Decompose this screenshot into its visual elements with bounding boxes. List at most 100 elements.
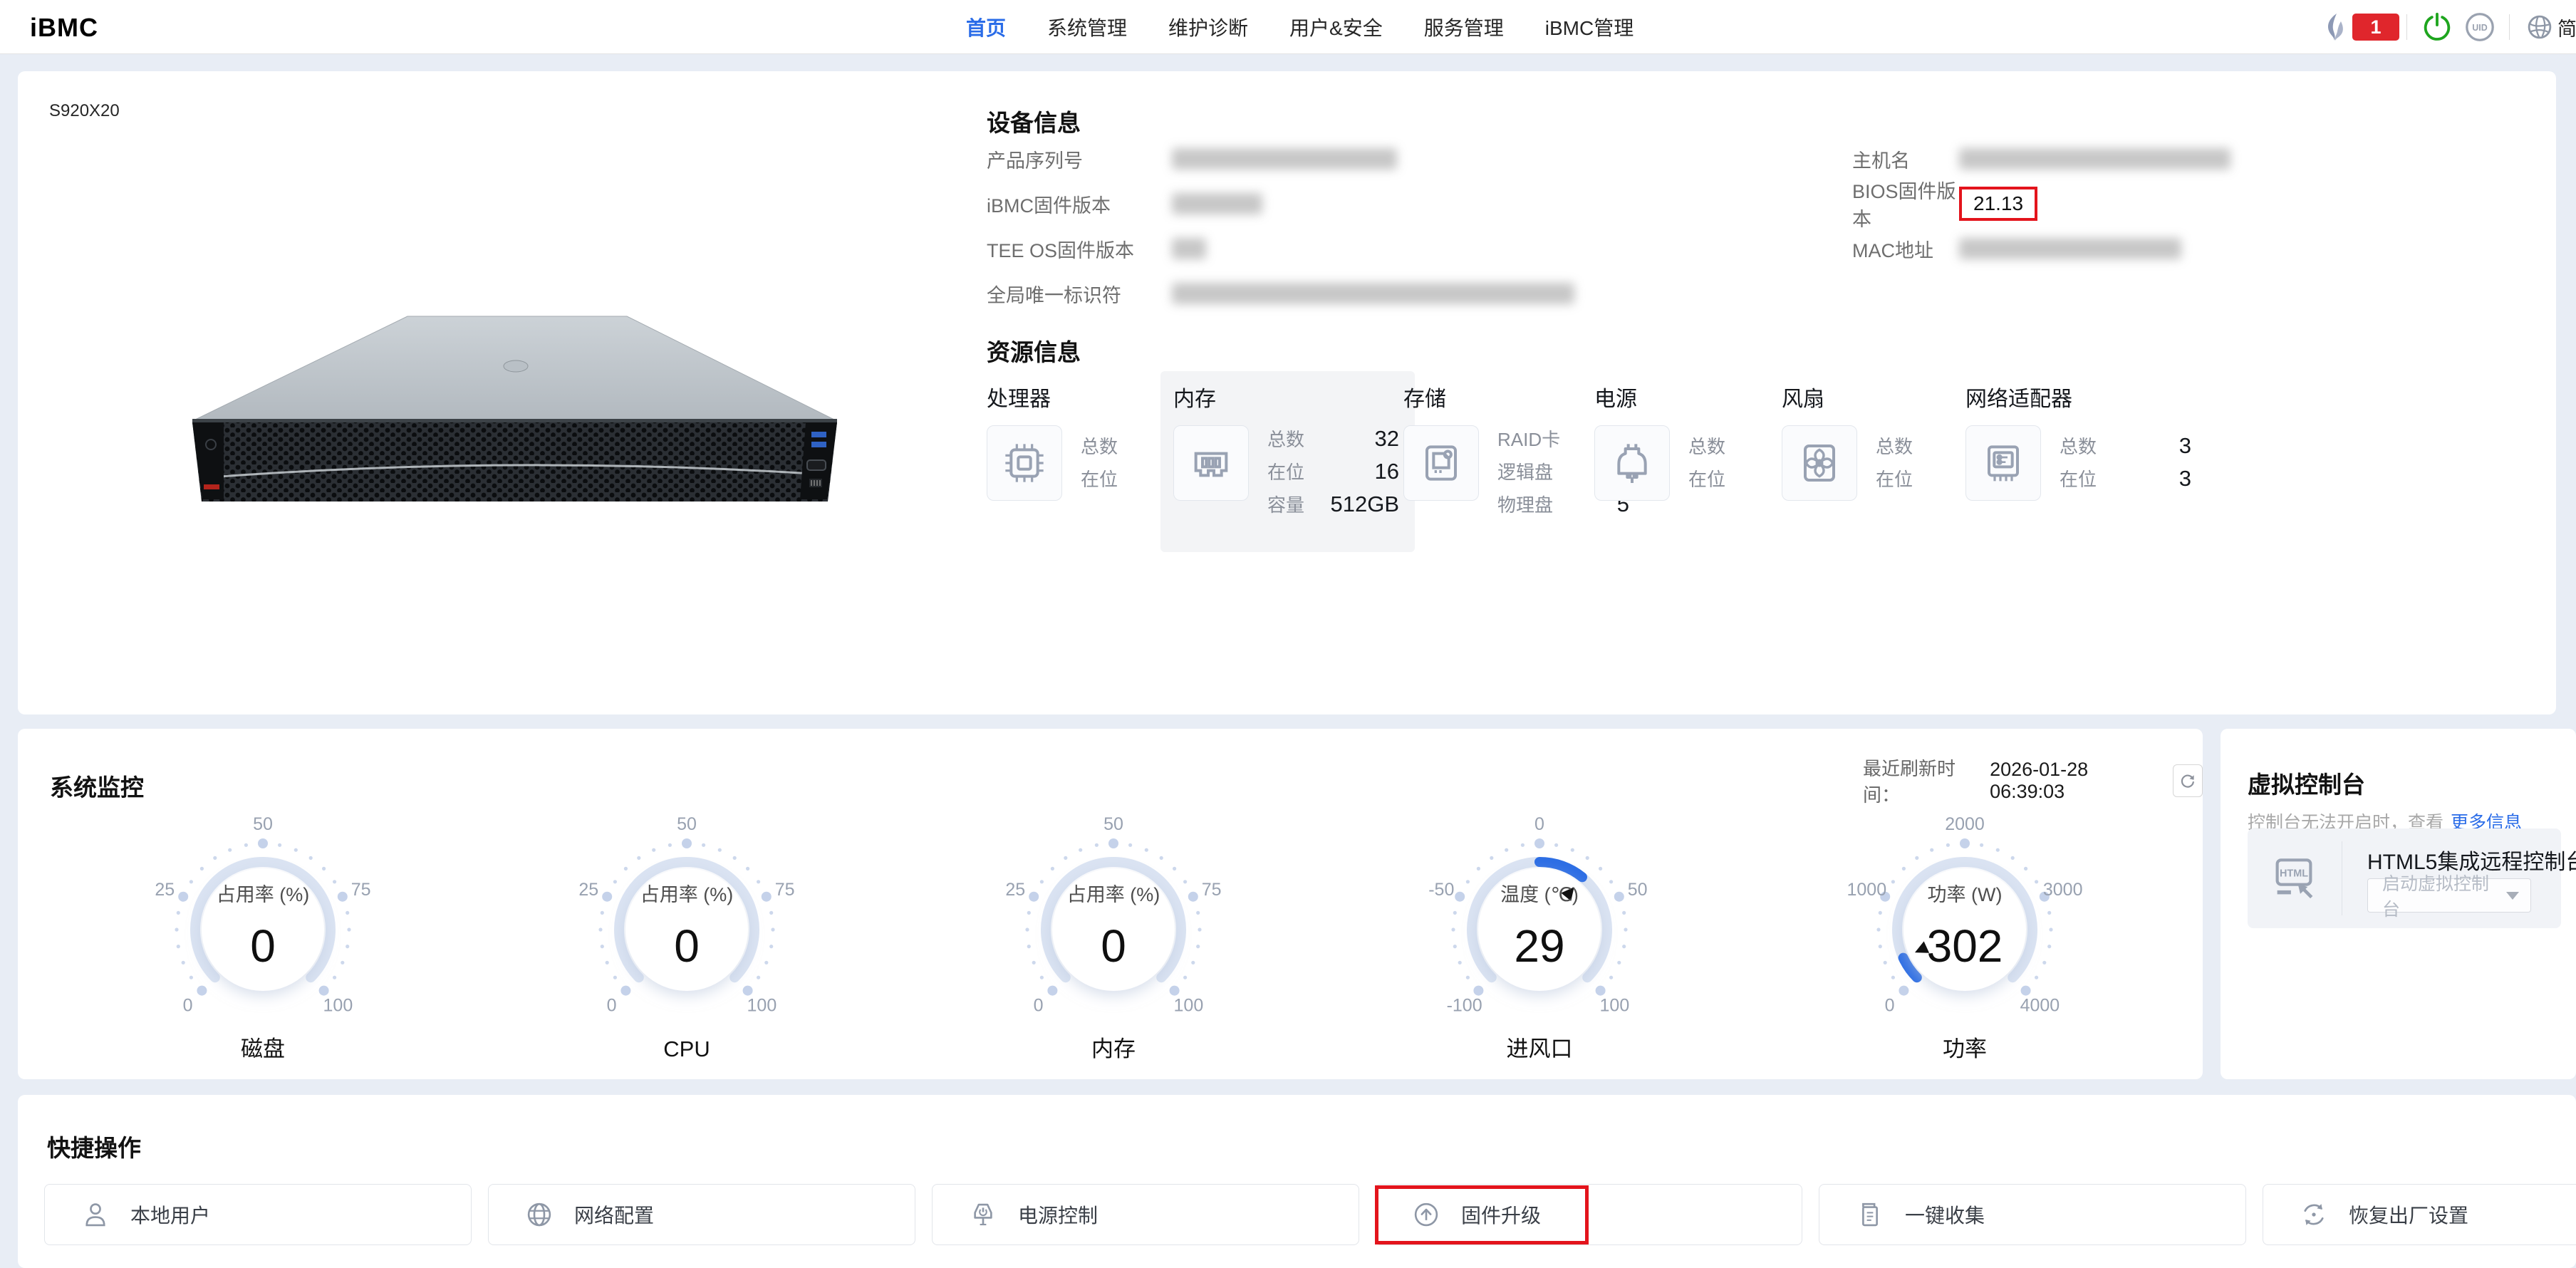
svg-text:25: 25 xyxy=(1005,880,1025,900)
redacted-value xyxy=(1172,283,1574,304)
stat-label: 容量 xyxy=(1267,494,1305,516)
divider xyxy=(2406,0,2407,54)
power-control-icon xyxy=(968,1200,998,1230)
svg-text:内存: 内存 xyxy=(1091,1036,1136,1061)
field-label: 产品序列号 xyxy=(987,150,1083,172)
resource-info-title: 资源信息 xyxy=(987,339,1081,365)
language-label[interactable]: 简 xyxy=(2557,0,2576,54)
quick-action-label: 固件升级 xyxy=(1461,1205,1542,1227)
stat-label: 总数 xyxy=(1081,436,1118,457)
top-bar: iBMC 首页 系统管理 维护诊断 用户&安全 服务管理 iBMC管理 1 UID 简 xyxy=(0,0,2576,54)
quick-action-5[interactable]: 恢复出厂设置 xyxy=(2263,1184,2576,1245)
redacted-value xyxy=(1172,148,1397,170)
redacted-value xyxy=(1959,148,2230,170)
quick-action-2[interactable]: 电源控制 xyxy=(932,1184,1359,1245)
quick-actions-title: 快捷操作 xyxy=(47,1135,141,1161)
refresh-button[interactable] xyxy=(2172,764,2203,797)
svg-text:HTML: HTML xyxy=(2280,868,2308,880)
quick-action-label: 网络配置 xyxy=(574,1205,655,1227)
svg-text:4000: 4000 xyxy=(2020,995,2060,1015)
nav-item-5[interactable]: iBMC管理 xyxy=(1545,13,1634,41)
stat-label: 在位 xyxy=(2060,469,2097,490)
refresh-row: 最近刷新时间： 2026-01-28 06:39:03 xyxy=(1863,754,2203,807)
svg-text:0: 0 xyxy=(1885,995,1895,1015)
cpu-icon xyxy=(987,425,1062,501)
device-field: 全局唯一标识符 xyxy=(987,280,1574,307)
quick-action-1[interactable]: 网络配置 xyxy=(488,1184,915,1245)
svg-text:功率: 功率 xyxy=(1943,1036,1987,1061)
resource-name: 内存 xyxy=(1173,388,1216,411)
language-globe-icon[interactable] xyxy=(2525,0,2555,54)
device-field: 产品序列号 xyxy=(987,145,1397,172)
svg-text:0: 0 xyxy=(1101,920,1126,972)
launch-console-dropdown[interactable]: 启动虚拟控制台 xyxy=(2367,874,2531,920)
svg-text:25: 25 xyxy=(578,880,598,900)
stat-label: 总数 xyxy=(1876,436,1913,457)
svg-text:2000: 2000 xyxy=(1945,814,1985,834)
svg-text:UID: UID xyxy=(2472,23,2487,33)
redacted-value xyxy=(1172,238,1206,259)
resource-card-1[interactable]: 内存 总数 32 在位 16 容量 512GB xyxy=(1160,371,1415,552)
nav-item-1[interactable]: 系统管理 xyxy=(1047,13,1127,41)
power-status-icon[interactable] xyxy=(2421,0,2453,54)
svg-text:100: 100 xyxy=(1600,995,1630,1015)
gauge-3: -100 -50 0 50 100 温度 (℃) 29 进风口 xyxy=(1418,812,1661,1061)
field-label: MAC地址 xyxy=(1852,239,1933,261)
svg-text:75: 75 xyxy=(351,880,371,900)
ibmc-logo: iBMC xyxy=(30,13,98,42)
server-image xyxy=(171,298,858,504)
svg-text:0: 0 xyxy=(1534,814,1544,834)
svg-text:功率 (W): 功率 (W) xyxy=(1928,884,2003,905)
resource-stats: 总数 32 在位 16 容量 512GB xyxy=(1267,425,1399,524)
alarm-flame-icon[interactable] xyxy=(2324,0,2347,54)
svg-text:温度 (℃): 温度 (℃) xyxy=(1500,884,1579,905)
stat-value: 512GB xyxy=(1330,492,1399,516)
gauge-0: 0 25 50 75 100 占用率 (%) 0 磁盘 xyxy=(142,812,384,1061)
device-info-title: 设备信息 xyxy=(987,110,1081,136)
svg-text:磁盘: 磁盘 xyxy=(241,1036,285,1061)
stat-label: 逻辑盘 xyxy=(1497,462,1554,483)
resource-body: 总数 3 在位 3 xyxy=(1965,425,2191,501)
virtual-console-title: 虚拟控制台 xyxy=(2248,771,2365,798)
svg-text:100: 100 xyxy=(323,995,353,1015)
svg-text:0: 0 xyxy=(607,995,617,1015)
resource-card-5[interactable]: 网络适配器 总数 3 在位 3 xyxy=(1965,381,2191,501)
nav-item-4[interactable]: 服务管理 xyxy=(1424,13,1504,41)
stat-row: 在位 16 xyxy=(1267,458,1399,484)
stat-label: RAID卡 xyxy=(1497,429,1561,450)
server-model-label: S920X20 xyxy=(49,101,120,120)
factory-reset-icon xyxy=(2299,1200,2329,1230)
redacted-value xyxy=(1172,193,1262,214)
stat-value: 3 xyxy=(2178,466,2191,491)
firmware-upgrade-icon xyxy=(1411,1200,1441,1230)
svg-text:3000: 3000 xyxy=(2043,880,2083,900)
svg-text:29: 29 xyxy=(1514,920,1564,972)
quick-actions-panel: 快捷操作 本地用户 网络配置 电源控制 固件升级 一键收集 恢复出厂设置 xyxy=(18,1095,2576,1268)
gauge-2: 0 25 50 75 100 占用率 (%) 0 内存 xyxy=(992,812,1235,1061)
quick-action-label: 电源控制 xyxy=(1018,1205,1099,1227)
svg-text:50: 50 xyxy=(1103,814,1123,834)
gauge-1: 0 25 50 75 100 占用率 (%) 0 CPU xyxy=(566,812,808,1061)
alarm-count-badge[interactable]: 1 xyxy=(2352,0,2399,54)
quick-action-label: 本地用户 xyxy=(130,1205,211,1227)
quick-action-0[interactable]: 本地用户 xyxy=(44,1184,472,1245)
svg-text:302: 302 xyxy=(1927,920,2003,972)
svg-text:50: 50 xyxy=(1628,880,1648,900)
svg-text:25: 25 xyxy=(155,880,175,900)
uid-indicator-icon[interactable]: UID xyxy=(2463,0,2496,54)
nav-item-3[interactable]: 用户&安全 xyxy=(1289,13,1383,41)
nav-item-0[interactable]: 首页 xyxy=(966,13,1006,41)
nav-item-2[interactable]: 维护诊断 xyxy=(1168,13,1248,41)
quick-action-4[interactable]: 一键收集 xyxy=(1819,1184,2246,1245)
stat-label: 物理盘 xyxy=(1497,494,1554,516)
device-field: TEE OS固件版本 xyxy=(987,235,1206,262)
nic-icon xyxy=(1965,425,2041,501)
svg-text:CPU: CPU xyxy=(663,1036,710,1061)
bios-version-highlighted: 21.13 xyxy=(1959,187,2038,221)
device-field: 主机名 xyxy=(1852,145,2230,172)
psu-icon xyxy=(1594,425,1670,501)
stat-label: 在位 xyxy=(1688,469,1726,490)
storage-icon xyxy=(1403,425,1479,501)
svg-text:100: 100 xyxy=(747,995,777,1015)
quick-action-3[interactable]: 固件升级 xyxy=(1375,1184,1802,1245)
